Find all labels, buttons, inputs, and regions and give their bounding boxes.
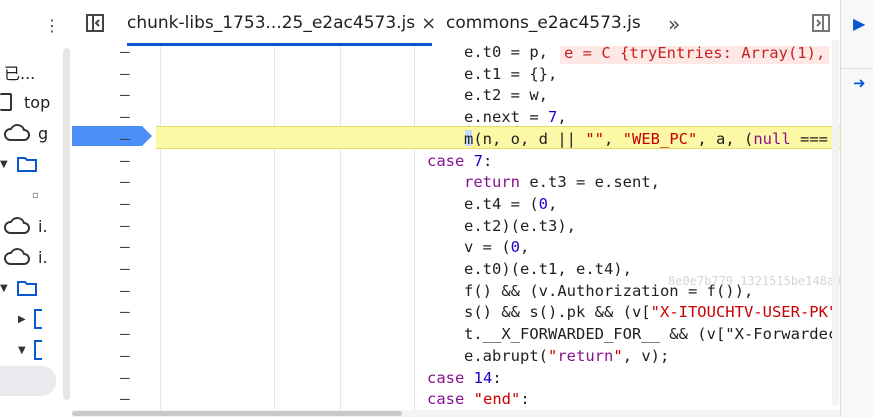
code-text: e.t0 = p, (464, 46, 548, 61)
nav-item-already-loaded[interactable]: 已... (4, 59, 35, 85)
nav-item-folder-2[interactable]: ▼ (0, 275, 38, 301)
code-text: case 7: (427, 151, 493, 170)
code-line[interactable]: s() && s().pk && (v["X-ITOUCHTV-USER-PK" (72, 302, 840, 324)
code-line[interactable]: e.t2)(e.t3), (72, 216, 840, 238)
debugger-sidebar: ▶ ➜ (840, 0, 873, 417)
nav-item-folder[interactable]: ▼ (0, 151, 38, 177)
watermark: 8e0e7b779 1321515be148a06885557 (668, 274, 840, 288)
more-options-icon[interactable]: ⋮ (44, 16, 60, 36)
chevron-right-icon: ▶ (18, 313, 26, 325)
nav-item-file[interactable]: ▫ (32, 182, 39, 208)
frame-icon (0, 93, 12, 111)
file-icon: ▫ (32, 189, 39, 201)
folder-icon (33, 340, 42, 360)
toggle-debugger-icon[interactable] (812, 14, 830, 32)
step-into-icon[interactable]: ➜ (853, 74, 866, 92)
cloud-icon (4, 217, 30, 234)
nav-item-label: i. (38, 216, 48, 236)
code-text: e.t4 = (0, (464, 194, 558, 213)
nav-item-label: i. (38, 247, 48, 267)
nav-item-domain-2[interactable]: i. (4, 213, 48, 239)
nav-item-label: top (24, 92, 51, 112)
nav-item-top[interactable]: top (0, 89, 50, 115)
scrollbar-thumb[interactable] (72, 411, 402, 416)
tab-commons[interactable]: commons_e2ac4573.js (446, 0, 641, 46)
code-line[interactable]: return e.t3 = e.sent, (72, 172, 840, 194)
editor-tab-bar: chunk-libs_1753...25_e2ac4573.js × commo… (72, 0, 840, 47)
code-text: e.t0)(e.t1, e.t4), (464, 260, 632, 278)
code-horizontal-scrollbar[interactable] (72, 410, 840, 417)
more-tabs-icon[interactable]: » (668, 12, 680, 36)
toggle-navigator-icon[interactable] (86, 14, 104, 32)
selected-nav-item[interactable] (0, 366, 56, 396)
nav-item-label: 已... (4, 64, 36, 83)
code-line[interactable]: e.abrupt("return", v); (72, 346, 840, 368)
nav-item-domain-3[interactable]: i. (4, 244, 48, 270)
tab-label: commons_e2ac4573.js (446, 13, 641, 33)
chevron-down-icon: ▼ (18, 344, 26, 356)
code-line[interactable]: e.t4 = (0, (72, 194, 840, 216)
code-text: e.t2)(e.t3), (464, 216, 576, 235)
code-text: m(n, o, d || "", "WEB_PC", a, (null === (464, 129, 828, 148)
tab-label: chunk-libs_1753...25_e2ac4573.js (127, 13, 416, 33)
code-text: t.__X_FORWARDED_FOR__ && (v["X-Forwardec (464, 325, 838, 344)
file-navigator: ⋮ 已... top g ▼ ▫ i. i. ▼ ▶ ▼ (0, 0, 72, 417)
divider (841, 46, 873, 69)
code-text: case 14: (427, 368, 502, 387)
code-text: e.t2 = w, (464, 86, 548, 105)
chevron-down-icon: ▼ (0, 282, 8, 294)
nav-item-label: g (38, 123, 49, 143)
code-line[interactable]: v = (0, (72, 237, 840, 259)
code-text: v = (0, (464, 238, 530, 257)
nav-item-folder-3[interactable]: ▶ (18, 306, 42, 332)
code-line[interactable]: e.t1 = {}, (72, 64, 840, 86)
code-text: e.next = 7, (464, 108, 567, 127)
code-line[interactable]: e.next = 7, (72, 107, 840, 129)
code-line[interactable]: case 14: (72, 368, 840, 390)
close-icon[interactable]: × (421, 13, 436, 34)
cloud-icon (4, 248, 30, 265)
code-line[interactable]: case "end": (72, 389, 840, 410)
inline-variable-value[interactable]: e = C {tryEntries: Array(1), (560, 46, 830, 64)
code-text: case "end": (427, 390, 530, 409)
chevron-down-icon: ▼ (0, 158, 8, 170)
folder-icon (16, 281, 37, 296)
code-line[interactable]: e.t2 = w, (72, 85, 840, 107)
code-line[interactable]: t.__X_FORWARDED_FOR__ && (v["X-Forwardec (72, 324, 840, 346)
code-line[interactable]: case 7: (72, 151, 840, 173)
code-line[interactable]: m(n, o, d || "", "WEB_PC", a, (null === (72, 129, 840, 151)
resume-icon[interactable]: ▶ (853, 14, 865, 33)
folder-icon (16, 157, 37, 172)
code-text: s() && s().pk && (v["X-ITOUCHTV-USER-PK" (464, 303, 838, 322)
cloud-icon (4, 124, 30, 141)
nav-item-folder-4[interactable]: ▼ (18, 337, 42, 363)
folder-icon (33, 309, 42, 329)
code-text: e.t1 = {}, (464, 64, 558, 83)
code-text: return e.t3 = e.sent, (464, 173, 660, 192)
navigator-scrollbar[interactable] (63, 48, 70, 400)
code-editor[interactable]: – e.t0 = p, – e.t1 = {}, – e.t2 = w, – e.next =… (72, 46, 840, 410)
tab-chunk-libs[interactable]: chunk-libs_1753...25_e2ac4573.js × (127, 0, 436, 46)
code-vertical-scrollbar[interactable] (832, 40, 839, 405)
nav-item-domain[interactable]: g (4, 120, 48, 146)
code-text: e.abrupt("return", v); (464, 346, 670, 365)
